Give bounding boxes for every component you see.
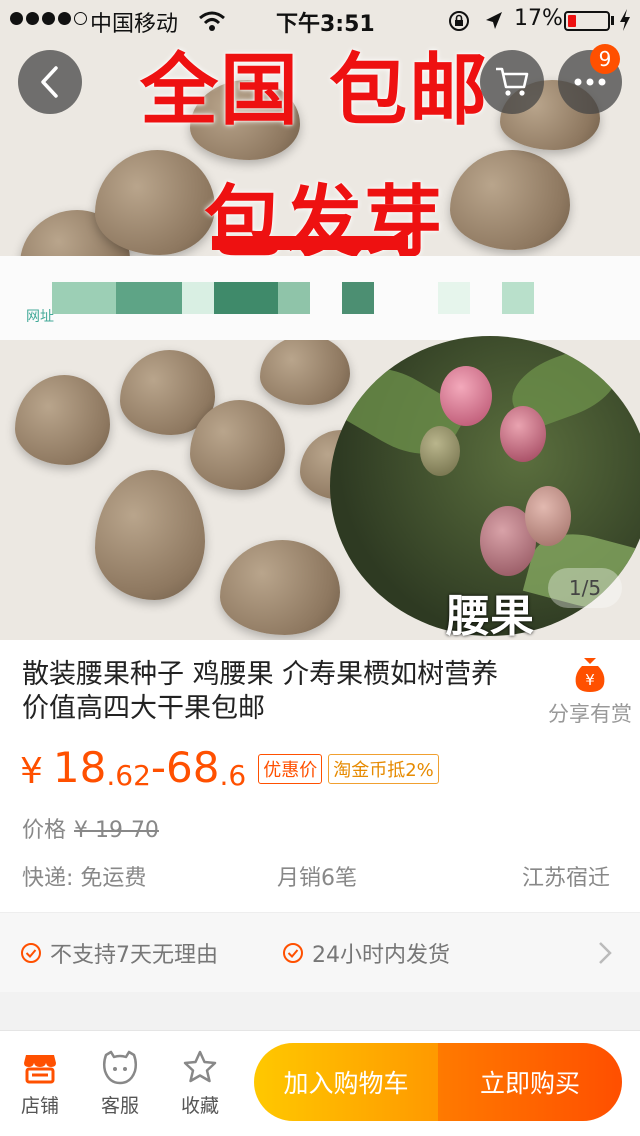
blurred-block: [116, 282, 182, 314]
product-title: 散装腰果种子 鸡腰果 介寿果槚如树营养价值高四大干果包邮: [22, 659, 499, 724]
shop-tab-label: 店铺: [20, 1095, 59, 1117]
service-guarantee-row[interactable]: 不支持7天无理由 24小时内发货: [0, 912, 640, 992]
price-low-integer: 18: [52, 743, 107, 792]
promo-underline: [212, 236, 408, 250]
more-dots-icon: [574, 78, 606, 86]
check-circle-icon: [21, 943, 41, 963]
blurred-block: [214, 282, 278, 314]
image-counter: 1/5: [548, 568, 622, 608]
location-icon: [486, 12, 502, 29]
blurred-block: [182, 282, 214, 314]
discount-price-tag: 优惠价: [258, 754, 323, 784]
blurred-block: [278, 282, 310, 314]
customer-service-face-icon: [102, 1050, 138, 1085]
ship-from-location: 江苏宿迁: [522, 866, 611, 891]
share-reward-button[interactable]: ¥ 分享有赏: [540, 654, 640, 728]
product-photo-nut: [260, 335, 350, 405]
original-price-label: 价格: [22, 818, 67, 843]
fruit-shape: [525, 486, 571, 546]
guarantee-text: 24小时内发货: [312, 943, 450, 968]
fruit-shape: [440, 366, 492, 426]
signal-strength-icon: [10, 12, 87, 25]
original-price-value: ¥ 19-70: [74, 818, 159, 843]
photo-caption: 腰果: [446, 591, 534, 640]
money-bag-icon: ¥: [575, 658, 605, 692]
status-bar: 中国移动 下午3:51 17%: [0, 0, 640, 40]
guarantee-item: 24小时内发货: [282, 937, 450, 969]
product-photo-nut: [95, 150, 215, 255]
promo-free-shipping-text: 全国 包邮: [140, 46, 490, 136]
cart-button[interactable]: [480, 50, 544, 114]
blurred-block: [52, 282, 116, 314]
price-row: ¥ 18 .62 - 68 .6 优惠价 淘金币抵2%: [20, 740, 439, 792]
customer-service-button[interactable]: 客服: [90, 1049, 150, 1118]
fruit-shape: [420, 426, 460, 476]
taojinbi-tag: 淘金币抵2%: [328, 754, 439, 784]
watermark-small-text: 网址: [26, 309, 54, 325]
monthly-sales: 月销6笔: [277, 866, 357, 891]
price-low-decimal: .62: [106, 759, 151, 792]
customer-service-label: 客服: [100, 1095, 139, 1117]
guarantee-item: 不支持7天无理由: [20, 937, 218, 969]
shipping-info: 快递: 免运费: [22, 866, 147, 891]
fruit-shape: [500, 406, 546, 462]
price-high-integer: 68: [166, 743, 220, 792]
currency-symbol: ¥: [20, 751, 43, 792]
blurred-block: [438, 282, 470, 314]
back-button[interactable]: [18, 50, 82, 114]
bottom-action-bar: 店铺 客服 收藏 加入购物车 立即购买: [0, 1030, 640, 1136]
guarantee-text: 不支持7天无理由: [50, 943, 218, 968]
charging-bolt-icon: [620, 9, 630, 31]
product-info-section: 散装腰果种子 鸡腰果 介寿果槚如树营养价值高四大干果包邮 ¥ 分享有赏 ¥ 18…: [0, 640, 640, 912]
favorite-button[interactable]: 收藏: [170, 1049, 230, 1118]
notification-badge: 9: [590, 44, 620, 74]
star-icon: [183, 1050, 217, 1083]
blurred-block: [342, 282, 374, 314]
chevron-right-icon: [599, 942, 612, 964]
check-circle-icon: [283, 943, 303, 963]
status-time: 下午3:51: [276, 12, 375, 37]
share-reward-label: 分享有赏: [548, 702, 632, 726]
battery-nub: [611, 16, 614, 25]
battery-icon: [564, 11, 610, 31]
money-bag-symbol: ¥: [585, 671, 595, 689]
chevron-left-icon: [41, 66, 58, 98]
shopping-cart-icon: [496, 67, 529, 96]
product-photo-nut: [95, 470, 205, 600]
price-separator: -: [150, 743, 167, 792]
rotation-lock-icon: [449, 11, 469, 31]
price-high-decimal: .6: [219, 759, 247, 792]
product-photo-nut: [15, 375, 110, 465]
product-photo-nut: [220, 540, 340, 635]
add-to-cart-button[interactable]: 加入购物车: [254, 1043, 438, 1121]
blurred-block: [502, 282, 534, 314]
product-photo-nut: [450, 150, 570, 250]
battery-percent: 17%: [514, 6, 563, 31]
carrier-name: 中国移动: [90, 12, 179, 37]
favorite-label: 收藏: [180, 1095, 219, 1117]
wifi-icon: [199, 11, 225, 31]
shop-icon: [24, 1055, 56, 1084]
original-price: 价格 ¥ 19-70: [22, 812, 159, 844]
product-image-gallery[interactable]: 全国 包邮 包发芽 网址 腰果 1/5: [0, 0, 640, 640]
buy-now-button[interactable]: 立即购买: [438, 1043, 622, 1121]
shop-tab-button[interactable]: 店铺: [10, 1049, 70, 1118]
